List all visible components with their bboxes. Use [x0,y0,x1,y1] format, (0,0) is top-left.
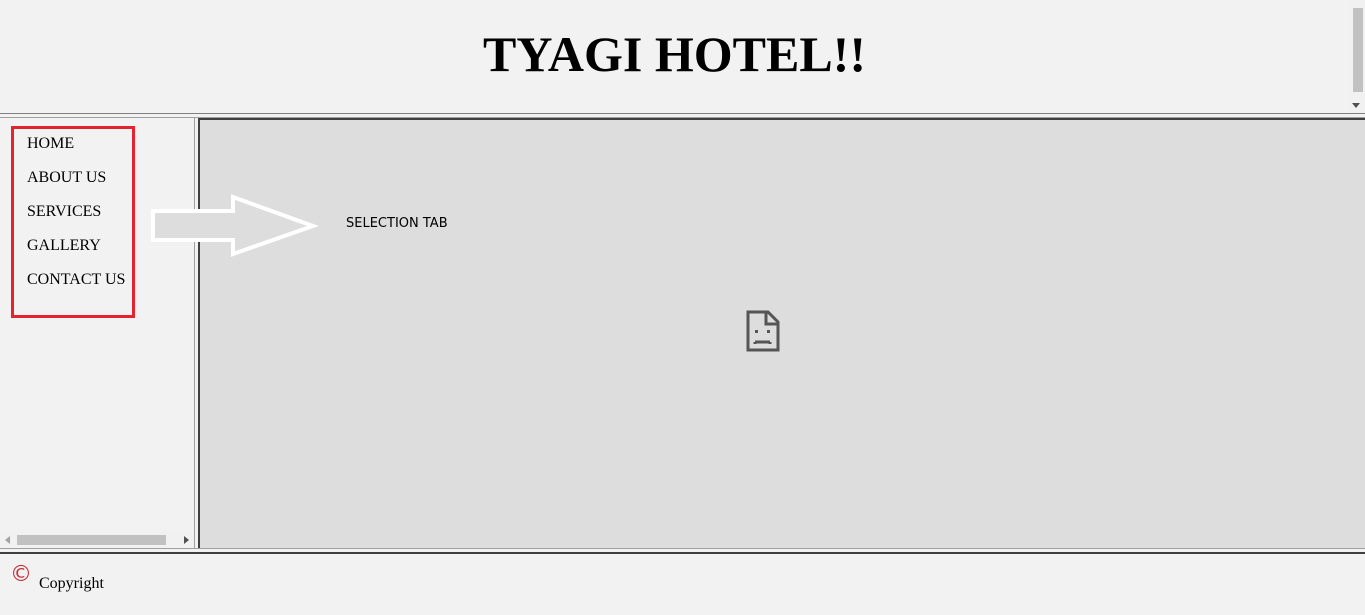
scroll-down-arrow-icon[interactable] [1352,103,1360,108]
right-arrow-icon [151,194,319,257]
copyright-icon: © [10,562,32,587]
menu-item-contact-us[interactable]: CONTACT US [27,271,125,289]
menu-item-home[interactable]: HOME [27,135,74,153]
page-title: TYAGI HOTEL!! [483,26,866,82]
menu-item-services[interactable]: SERVICES [27,203,101,221]
header-frame: TYAGI HOTEL!! [0,0,1365,113]
main-frame: SELECTION TAB [151,118,1365,548]
footer-frame: © Copyright [0,554,1365,615]
menu-item-gallery[interactable]: GALLERY [27,237,101,255]
menu-item-about-us[interactable]: ABOUT US [27,169,106,187]
scroll-left-arrow-icon[interactable] [5,536,10,544]
menu-highlight-box: HOME ABOUT US SERVICES GALLERY CONTACT U… [11,126,135,318]
scrollbar-thumb[interactable] [17,535,166,545]
selection-tab-label: SELECTION TAB [346,216,448,231]
sidebar-horizontal-scrollbar[interactable] [0,532,194,548]
scrollbar-thumb[interactable] [1353,8,1363,92]
header-vertical-scrollbar[interactable] [1349,0,1365,113]
broken-page-icon [746,310,780,352]
sidebar-frame: HOME ABOUT US SERVICES GALLERY CONTACT U… [0,118,194,548]
scroll-right-arrow-icon[interactable] [184,536,189,544]
copyright-label: Copyright [39,575,104,592]
